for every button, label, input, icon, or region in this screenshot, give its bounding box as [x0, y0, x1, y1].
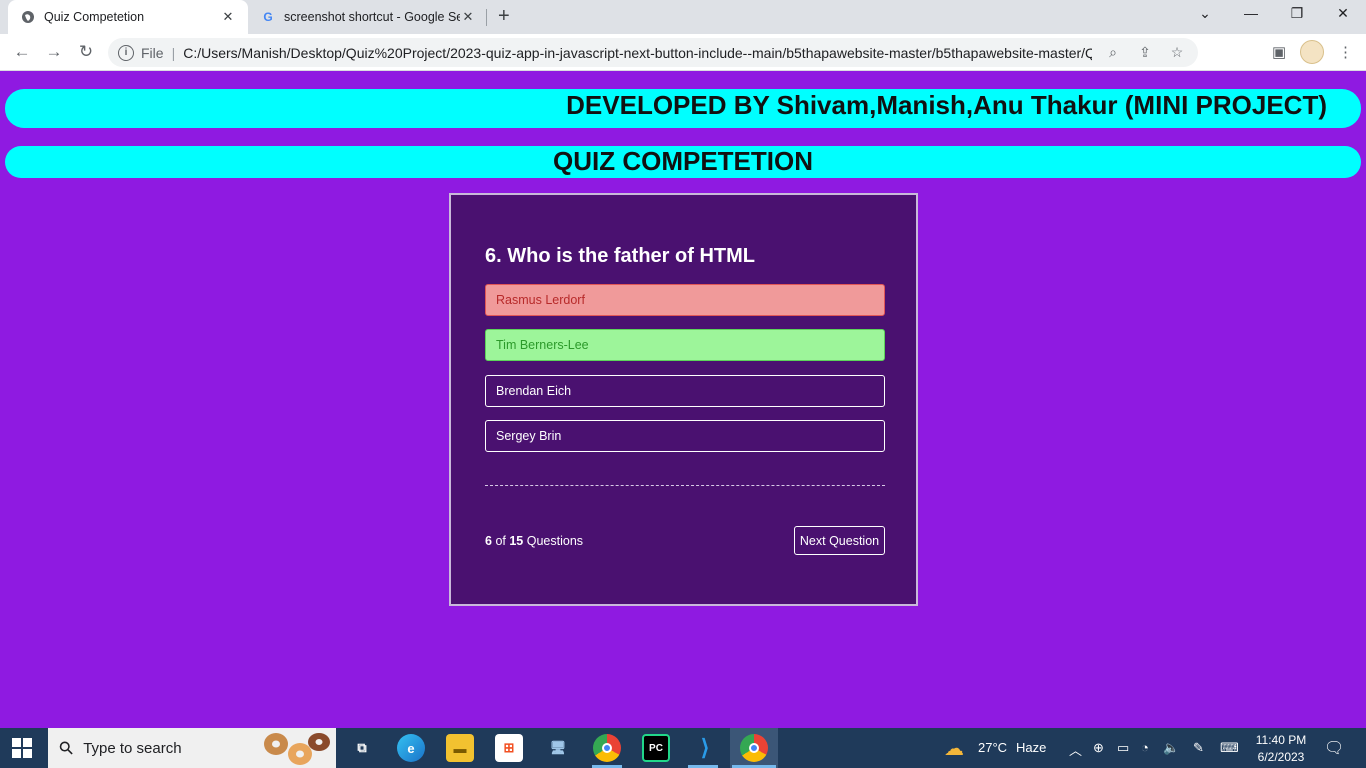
minimize-icon[interactable]: — [1228, 5, 1274, 21]
reload-icon[interactable]: ↻ [75, 42, 97, 62]
close-tab-icon[interactable]: ✕ [460, 9, 476, 25]
notifications-icon[interactable]: 🗨 [1324, 738, 1344, 758]
bookmark-star-icon[interactable]: ☆ [1166, 44, 1188, 61]
vscode-icon[interactable]: ⟩ [691, 734, 719, 762]
pen-icon[interactable]: ✎ [1193, 740, 1204, 756]
keyboard-icon[interactable]: ⌨ [1220, 740, 1239, 756]
divider [485, 485, 885, 486]
donuts-icon [264, 733, 330, 765]
developer-banner: DEVELOPED BY Shivam,Manish,Anu Thakur (M… [5, 89, 1361, 128]
taskbar: ⚲ Type to search [0, 728, 1366, 768]
remote-desktop-icon[interactable]: 🖥 [544, 734, 572, 762]
microsoft-store-icon[interactable]: ⊞ [495, 734, 523, 762]
browser-toolbar: ← → ↻ i File | C:/Users/Manish/Desktop/Q… [0, 34, 1366, 71]
tab-search-icon[interactable]: ⌄ [1182, 5, 1228, 22]
total-questions-number: 15 [509, 534, 524, 548]
restore-icon[interactable]: ❐ [1274, 5, 1320, 22]
side-panel-icon[interactable]: ▣ [1272, 43, 1286, 61]
chrome-icon[interactable] [593, 734, 621, 762]
tab-quiz-competetion[interactable]: Quiz Competetion ✕ [8, 0, 248, 34]
quiz-card: 6. Who is the father of HTML Rasmus Lerd… [449, 193, 918, 606]
address-bar[interactable]: i File | C:/Users/Manish/Desktop/Quiz%20… [108, 38, 1198, 67]
question-text: 6. Who is the father of HTML [485, 245, 755, 267]
file-explorer-icon[interactable]: ▬ [446, 734, 474, 762]
weather-temp[interactable]: 27°C [978, 740, 1007, 755]
clock-date: 6/2/2023 [1257, 750, 1305, 764]
browser-tab-bar: Quiz Competetion ✕ G screenshot shortcut… [0, 0, 1366, 34]
weather-haze-icon[interactable]: ☁ [944, 736, 964, 761]
answer-option[interactable]: Brendan Eich [485, 375, 885, 407]
chrome-active-icon[interactable] [740, 734, 768, 762]
zoom-icon[interactable]: ⌕ [1102, 44, 1124, 61]
clock-time: 11:40 PM [1255, 733, 1307, 747]
wifi-icon[interactable]: ◔ [1141, 740, 1149, 755]
question-counter: 6 of 15 Questions [485, 534, 583, 548]
address-divider: | [171, 44, 176, 61]
volume-icon[interactable]: 🔈 [1163, 740, 1179, 756]
globe-icon [20, 9, 36, 25]
new-tab-icon[interactable]: + [498, 5, 510, 28]
tab-screenshot-shortcut[interactable]: G screenshot shortcut - Google Sea ✕ [248, 0, 488, 34]
answer-option-correct[interactable]: Tim Berners-Lee [485, 329, 885, 361]
current-question-number: 6 [485, 534, 492, 548]
meet-now-icon[interactable]: ⊕ [1093, 740, 1104, 756]
info-icon[interactable]: i [118, 44, 134, 61]
address-url[interactable]: C:/Users/Manish/Desktop/Quiz%20Project/2… [183, 45, 1092, 61]
profile-avatar[interactable] [1300, 40, 1324, 64]
search-placeholder: Type to search [83, 739, 182, 757]
forward-icon[interactable]: → [43, 42, 65, 62]
close-window-icon[interactable]: ✕ [1320, 5, 1366, 22]
tab-title: Quiz Competetion [44, 10, 145, 24]
answer-option[interactable]: Sergey Brin [485, 420, 885, 452]
back-icon[interactable]: ← [11, 42, 33, 62]
next-question-button[interactable]: Next Question [794, 526, 885, 555]
task-view-icon[interactable]: ⧉ [348, 734, 376, 762]
counter-of: of [495, 534, 506, 548]
clock[interactable]: 11:40 PM 6/2/2023 [1252, 732, 1310, 766]
menu-kebab-icon[interactable]: ⋮ [1338, 43, 1353, 61]
weather-desc[interactable]: Haze [1016, 740, 1046, 755]
tab-separator [486, 9, 487, 26]
tab-title: screenshot shortcut - Google Sea [284, 10, 460, 24]
pycharm-icon[interactable]: PC [642, 734, 670, 762]
chevron-up-icon[interactable]: ︿ [1069, 740, 1082, 759]
google-icon: G [263, 10, 273, 24]
windows-start-icon[interactable] [12, 738, 34, 758]
battery-icon[interactable]: ▭ [1117, 740, 1129, 756]
edge-icon[interactable]: e [397, 734, 425, 762]
page-title: QUIZ COMPETETION [5, 146, 1361, 178]
close-tab-icon[interactable]: ✕ [220, 9, 236, 25]
share-icon[interactable]: ⇪ [1134, 44, 1156, 61]
search-icon: ⚲ [54, 735, 78, 760]
counter-questions-word: Questions [526, 534, 584, 548]
answer-option-wrong[interactable]: Rasmus Lerdorf [485, 284, 885, 316]
address-scheme: File [141, 44, 164, 61]
